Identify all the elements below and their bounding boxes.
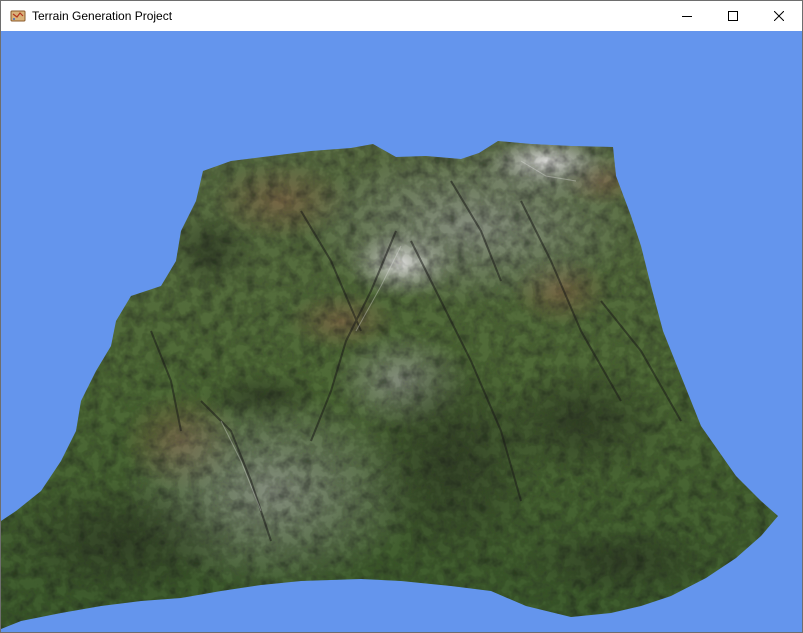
window-controls <box>664 1 802 31</box>
app-window: Terrain Generation Project <box>0 0 803 633</box>
close-icon <box>774 11 784 21</box>
maximize-icon <box>728 11 738 21</box>
minimize-button[interactable] <box>664 1 710 31</box>
window-title: Terrain Generation Project <box>32 9 173 23</box>
title-bar[interactable]: Terrain Generation Project <box>1 1 802 31</box>
map-scroll-icon[interactable] <box>10 8 26 24</box>
maximize-button[interactable] <box>710 1 756 31</box>
terrain-mesh <box>1 141 778 629</box>
minimize-icon <box>682 16 692 17</box>
render-viewport[interactable] <box>1 31 802 632</box>
close-button[interactable] <box>756 1 802 31</box>
